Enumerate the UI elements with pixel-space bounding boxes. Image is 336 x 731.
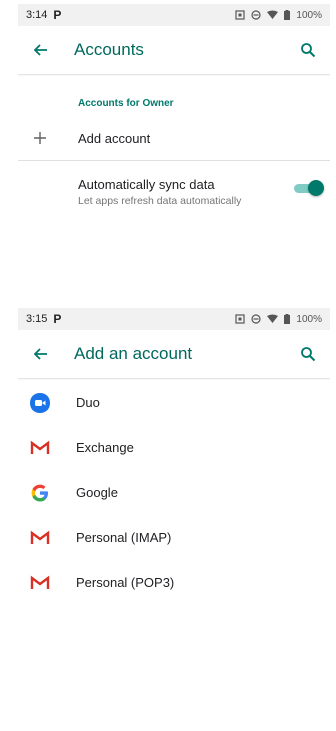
wifi-icon (267, 10, 279, 19)
plus-icon (34, 132, 46, 144)
battery-percent: 100% (296, 313, 322, 325)
account-type-label: Personal (POP3) (76, 575, 175, 590)
page-title: Accounts (74, 40, 144, 59)
search-icon (301, 347, 316, 362)
account-type-exchange[interactable]: Exchange (18, 425, 330, 470)
nfc-scan-icon (235, 314, 246, 324)
back-button[interactable] (18, 26, 62, 74)
account-type-google[interactable]: Google (18, 470, 330, 515)
battery-icon (284, 10, 291, 20)
add-account-screen: 3:15 P 100% Add an account Duo Exchange (18, 308, 330, 731)
battery-icon (284, 314, 291, 324)
status-bar: 3:14 P 100% (18, 4, 330, 26)
search-button[interactable] (290, 330, 326, 378)
battery-percent: 100% (296, 9, 322, 21)
account-type-duo[interactable]: Duo (18, 380, 330, 425)
do-not-disturb-icon (251, 314, 262, 324)
search-icon (301, 43, 316, 58)
status-time: 3:15 (26, 313, 48, 325)
app-bar: Add an account (18, 330, 330, 378)
accounts-screen: 3:14 P 100% Accounts Accounts for Owner … (18, 4, 330, 294)
back-button[interactable] (18, 330, 62, 378)
auto-sync-row[interactable]: Automatically sync data Let apps refresh… (18, 161, 330, 215)
add-account-label: Add account (78, 130, 151, 146)
arrow-back-icon (33, 348, 47, 360)
app-bar: Accounts (18, 26, 330, 74)
add-account-row[interactable]: Add account (18, 116, 330, 160)
google-icon (31, 484, 48, 501)
parking-notification-icon: P (53, 8, 62, 22)
do-not-disturb-icon (251, 10, 262, 20)
account-type-label: Personal (IMAP) (76, 530, 172, 545)
parking-notification-icon: P (53, 312, 62, 326)
account-type-personal-imap[interactable]: Personal (IMAP) (18, 515, 330, 560)
auto-sync-toggle[interactable] (294, 180, 324, 196)
duo-icon (30, 392, 50, 413)
wifi-icon (267, 314, 279, 323)
gmail-icon (30, 530, 50, 544)
nfc-scan-icon (235, 10, 246, 20)
account-type-personal-pop3[interactable]: Personal (POP3) (18, 560, 330, 605)
arrow-back-icon (33, 44, 47, 56)
gmail-icon (30, 440, 50, 454)
section-header: Accounts for Owner (78, 98, 174, 109)
account-type-label: Google (76, 485, 118, 500)
page-title: Add an account (74, 344, 193, 363)
status-bar: 3:15 P 100% (18, 308, 330, 330)
gmail-icon (30, 575, 50, 589)
status-time: 3:14 (26, 9, 48, 21)
account-type-label: Duo (76, 395, 100, 410)
search-button[interactable] (290, 26, 326, 74)
auto-sync-summary: Let apps refresh data automatically (78, 195, 242, 207)
account-type-label: Exchange (76, 440, 134, 455)
auto-sync-title: Automatically sync data (78, 177, 215, 192)
